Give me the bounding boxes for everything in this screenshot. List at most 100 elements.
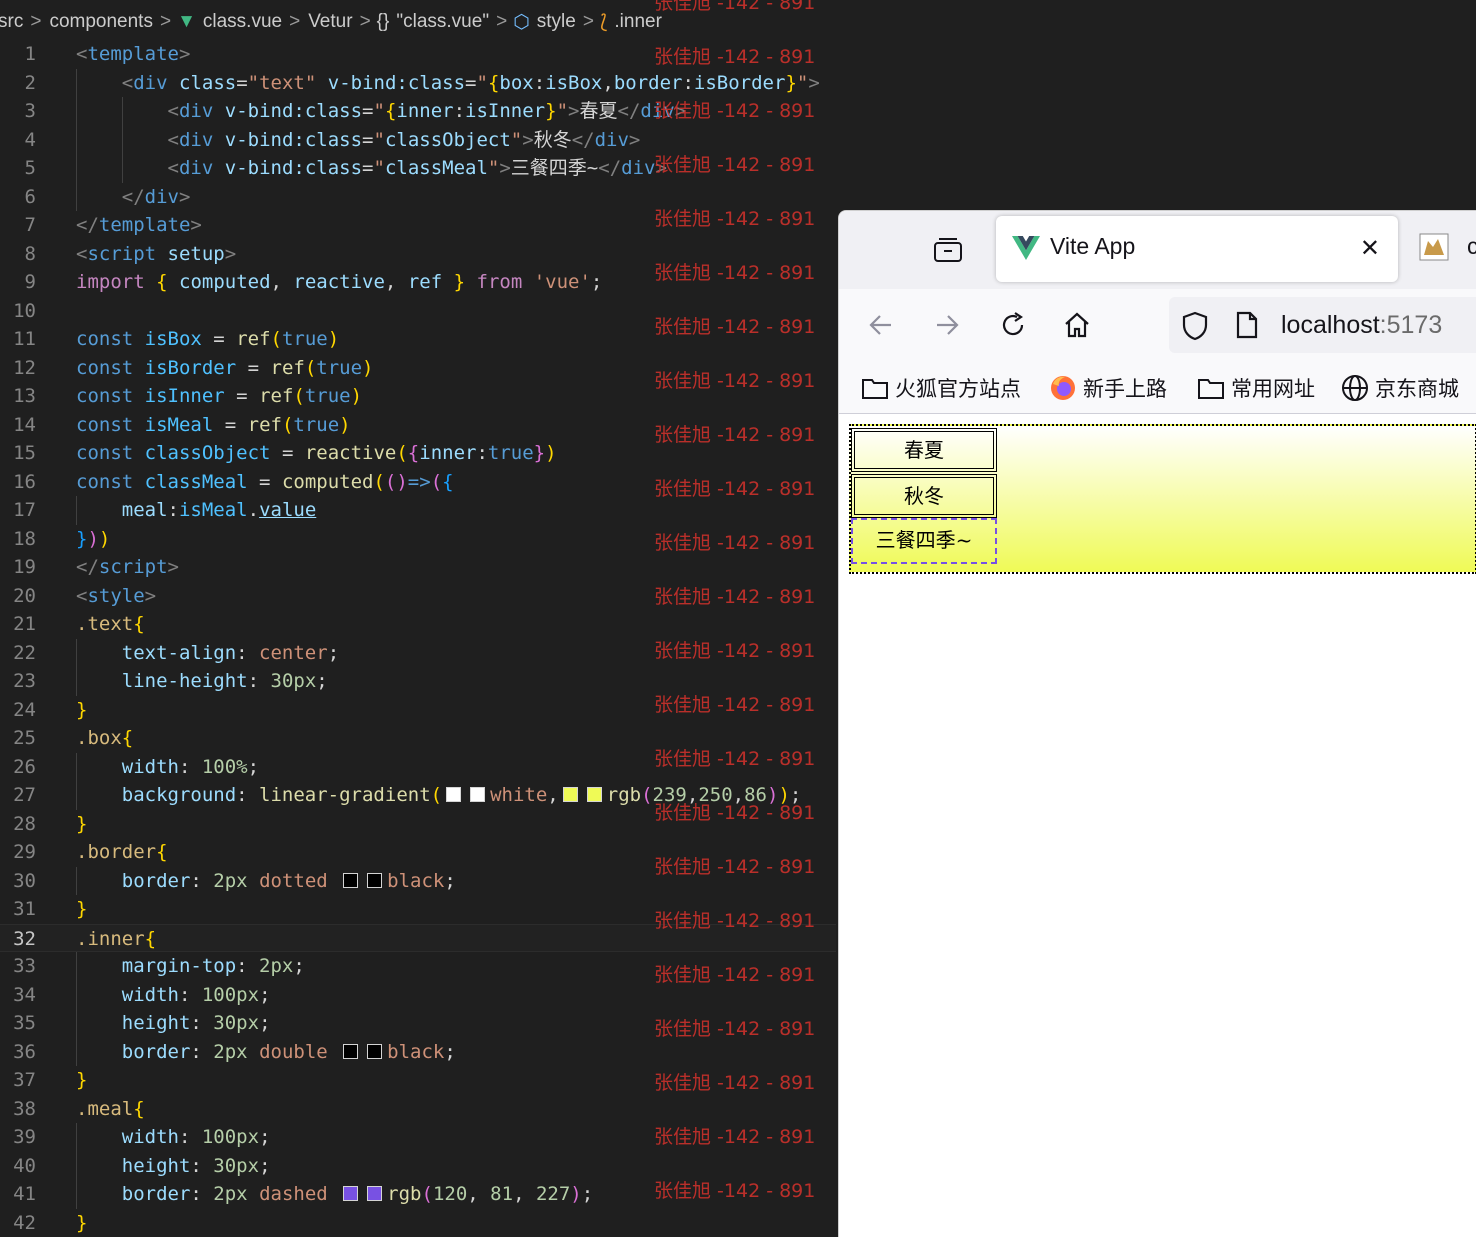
- url-text[interactable]: localhost:5173: [1281, 311, 1442, 340]
- line-number: 16: [13, 470, 36, 493]
- breadcrumb-item[interactable]: class.vue: [203, 11, 282, 33]
- breadcrumb-item[interactable]: style: [537, 11, 576, 33]
- code-line[interactable]: 4 <div v-bind:class="classObject">秋冬</di…: [0, 126, 836, 155]
- second-tab-label[interactable]: cl: [1467, 233, 1476, 260]
- bookmark-common-sites[interactable]: 常用网址: [1197, 373, 1315, 403]
- code-line[interactable]: 13 const isInner = ref(true): [0, 382, 836, 411]
- code-line[interactable]: 36 border: 2px double black;: [0, 1038, 836, 1067]
- code-line[interactable]: 37}: [0, 1066, 836, 1095]
- code-line[interactable]: 28}: [0, 810, 836, 839]
- code-text: </div>: [76, 183, 191, 212]
- code-line[interactable]: 41 border: 2px dashed rgb(120, 81, 227);: [0, 1180, 836, 1209]
- code-line[interactable]: 3 <div v-bind:class="{inner:isInner}">春夏…: [0, 97, 836, 126]
- color-swatch-icon[interactable]: [586, 787, 602, 802]
- code-token: =: [362, 128, 374, 151]
- bookmark-firefox-official[interactable]: 火狐官方站点: [861, 373, 1021, 403]
- code-line[interactable]: 40 height: 30px;: [0, 1152, 836, 1181]
- code-token: }: [76, 698, 88, 721]
- shield-icon[interactable]: [1181, 311, 1209, 346]
- browser-window: Vite App ✕ cl localhost:5173: [838, 210, 1476, 1237]
- color-swatch-icon[interactable]: [343, 872, 359, 888]
- code-line[interactable]: 8 <script setup>: [0, 240, 836, 269]
- code-text: background: linear-gradient(white, rgb(23…: [76, 781, 802, 810]
- url-bar[interactable]: localhost:5173: [1169, 297, 1476, 353]
- close-icon[interactable]: ✕: [1360, 236, 1380, 262]
- breadcrumb-item[interactable]: Vetur: [308, 11, 352, 33]
- code-line[interactable]: 42}: [0, 1209, 836, 1237]
- code-line[interactable]: 17 meal:isMeal.value: [0, 496, 836, 525]
- code-line[interactable]: 12 const isBorder = ref(true): [0, 354, 836, 383]
- code-token: dotted: [259, 869, 328, 892]
- code-token: ,: [513, 1183, 536, 1205]
- code-line[interactable]: 14 const isMeal = ref(true): [0, 411, 836, 440]
- code-token: </: [76, 556, 99, 578]
- code-line[interactable]: 1 <template>: [0, 40, 836, 69]
- code-line[interactable]: 26 width: 100%;: [0, 753, 836, 782]
- code-line[interactable]: 7 </template>: [0, 211, 836, 240]
- code-line[interactable]: 16 const classMeal = computed(()=>({: [0, 468, 836, 497]
- code-editor[interactable]: src > components > ▼ class.vue > Vetur >{} "class…: [0, 0, 836, 1236]
- color-swatch-icon[interactable]: [343, 1043, 359, 1059]
- code-line[interactable]: 24}: [0, 696, 836, 725]
- code-line[interactable]: 22 text-align: center;: [0, 639, 836, 668]
- breadcrumb-item[interactable]: "class.vue": [396, 11, 489, 33]
- code-text: width: 100%;: [76, 753, 259, 782]
- code-line[interactable]: 29 .border{: [0, 838, 836, 867]
- code-line[interactable]: 30 border: 2px dotted black;: [0, 867, 836, 896]
- code-line[interactable]: 21 .text{: [0, 610, 836, 639]
- code-token: </: [617, 100, 641, 122]
- code-token: :: [247, 670, 271, 692]
- firefox-icon: [1051, 376, 1075, 400]
- code-token: isBorder: [144, 356, 237, 379]
- bookmark-jd-mall[interactable]: 京东商城: [1341, 373, 1459, 403]
- color-swatch-icon[interactable]: [367, 1043, 383, 1059]
- color-swatch-icon[interactable]: [562, 787, 578, 802]
- color-swatch-icon[interactable]: [343, 1186, 359, 1201]
- code-line[interactable]: 10: [0, 297, 836, 326]
- color-swatch-icon[interactable]: [446, 787, 462, 802]
- line-number: 24: [13, 698, 36, 721]
- code-line[interactable]: 25 .box{: [0, 724, 836, 753]
- favicon-icon[interactable]: [1419, 233, 1449, 266]
- code-line[interactable]: 15 const classObject = reactive({inner:tr…: [0, 439, 836, 468]
- code-line[interactable]: 23 line-height: 30px;: [0, 667, 836, 696]
- page-icon[interactable]: [1235, 311, 1259, 344]
- line-number: 6: [24, 185, 36, 208]
- code-line[interactable]: 31}: [0, 895, 836, 924]
- code-token: =: [236, 71, 248, 94]
- code-line[interactable]: 20 <style>: [0, 582, 836, 611]
- color-swatch-icon[interactable]: [470, 787, 486, 802]
- line-number: 36: [13, 1040, 36, 1063]
- breadcrumb-item[interactable]: components: [49, 11, 153, 33]
- code-line[interactable]: 11 const isBox = ref(true): [0, 325, 836, 354]
- code-token: (: [293, 385, 305, 407]
- code-text: border: 2px dashed rgb(120, 81, 227);: [76, 1180, 593, 1209]
- code-line[interactable]: 35 height: 30px;: [0, 1009, 836, 1038]
- code-line[interactable]: 27 background: linear-gradient(white, rgb…: [0, 781, 836, 810]
- reload-icon[interactable]: [999, 311, 1027, 339]
- code-line[interactable]: 34 width: 100px;: [0, 981, 836, 1010]
- code-token: >: [808, 71, 820, 94]
- forward-icon[interactable]: [933, 311, 961, 339]
- code-line[interactable]: 2 <div class="text" v-bind:class="{box:i…: [0, 69, 836, 98]
- tab-list-icon[interactable]: [933, 237, 963, 263]
- code-token: }: [76, 812, 88, 835]
- code-line[interactable]: 5 <div v-bind:class="classMeal">三餐四季~</d…: [0, 154, 836, 183]
- code-line[interactable]: 33 margin-top: 2px;: [0, 952, 836, 981]
- code-line[interactable]: 19 </script>: [0, 553, 836, 582]
- back-icon[interactable]: [867, 311, 895, 339]
- breadcrumb-item[interactable]: src: [0, 11, 23, 33]
- home-icon[interactable]: [1063, 311, 1091, 339]
- color-swatch-icon[interactable]: [367, 1186, 383, 1201]
- code-line[interactable]: 18})): [0, 525, 836, 554]
- code-line[interactable]: 39 width: 100px;: [0, 1123, 836, 1152]
- bookmark-getting-started[interactable]: 新手上路: [1049, 373, 1167, 403]
- code-line[interactable]: 9 import { computed, reactive, ref } from…: [0, 268, 836, 297]
- breadcrumb-item[interactable]: .inner: [614, 11, 662, 33]
- tab-vite-app[interactable]: Vite App ✕: [996, 216, 1398, 282]
- color-swatch-icon[interactable]: [367, 872, 383, 888]
- code-line[interactable]: 38 .meal{: [0, 1095, 836, 1124]
- code-token: const: [76, 356, 134, 379]
- code-line[interactable]: 32 .inner{: [0, 923, 836, 952]
- code-line[interactable]: 6 </div>: [0, 183, 836, 212]
